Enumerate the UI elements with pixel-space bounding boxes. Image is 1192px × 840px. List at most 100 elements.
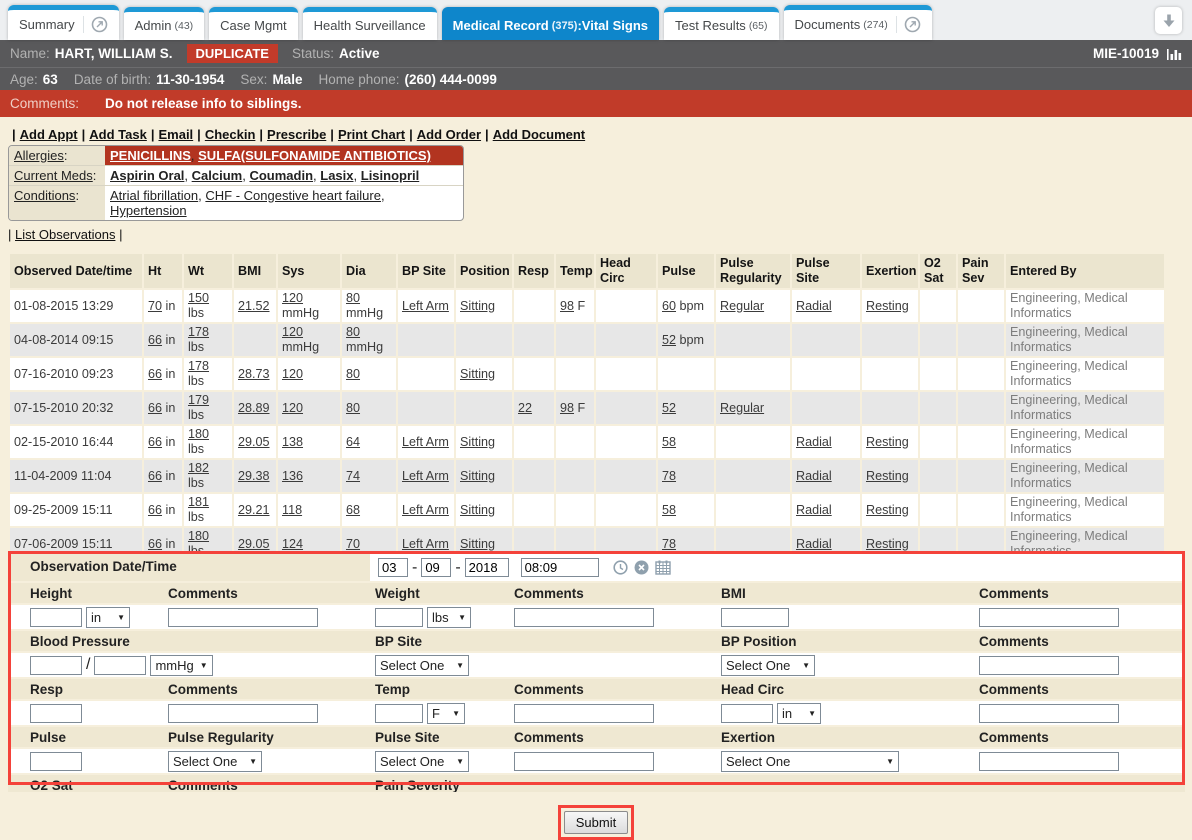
observation-value-link[interactable]: Sitting bbox=[460, 537, 495, 551]
observation-value-link[interactable]: Resting bbox=[866, 537, 909, 551]
list-observations-link[interactable]: List Observations bbox=[15, 227, 115, 242]
bmi-input[interactable] bbox=[721, 608, 789, 627]
pulse-regularity-select[interactable]: Select One▼ bbox=[168, 751, 262, 772]
checkin-link[interactable]: Checkin bbox=[205, 127, 256, 142]
observation-value-link[interactable]: Left Arm bbox=[402, 503, 449, 517]
observation-value-link[interactable]: 66 bbox=[148, 367, 162, 381]
observation-value-link[interactable]: 66 bbox=[148, 435, 162, 449]
obs-year-input[interactable] bbox=[465, 558, 509, 577]
observation-value-link[interactable]: 70 bbox=[148, 299, 162, 313]
observation-value-link[interactable]: 29.38 bbox=[238, 469, 270, 483]
observation-value-link[interactable]: 21.52 bbox=[238, 299, 270, 313]
observation-value-link[interactable]: 181 bbox=[188, 495, 209, 509]
resp-comments-input[interactable] bbox=[168, 704, 318, 723]
observation-value-link[interactable]: 58 bbox=[662, 503, 676, 517]
head-circ-comments-input[interactable] bbox=[979, 704, 1119, 723]
observation-value-link[interactable]: 180 bbox=[188, 529, 209, 543]
observation-value-link[interactable]: 120 bbox=[282, 367, 303, 381]
email-link[interactable]: Email bbox=[158, 127, 193, 142]
observation-value-link[interactable]: 178 bbox=[188, 359, 209, 373]
external-link-icon[interactable] bbox=[896, 16, 921, 33]
bar-chart-icon[interactable] bbox=[1166, 47, 1182, 61]
resp-input[interactable] bbox=[30, 704, 82, 723]
observation-value-link[interactable]: Radial bbox=[796, 435, 832, 449]
observation-value-link[interactable]: 66 bbox=[148, 537, 162, 551]
temp-input[interactable] bbox=[375, 704, 423, 723]
observation-value-link[interactable]: 28.89 bbox=[238, 401, 270, 415]
tab-medical-record[interactable]: Medical Record (375) :Vital Signs bbox=[442, 7, 659, 40]
height-unit-select[interactable]: in▼ bbox=[86, 607, 130, 628]
bp-position-select[interactable]: Select One▼ bbox=[721, 655, 815, 676]
observation-value-link[interactable]: Left Arm bbox=[402, 299, 449, 313]
observation-value-link[interactable]: Sitting bbox=[460, 299, 495, 313]
tab-admin[interactable]: Admin (43) bbox=[124, 7, 205, 40]
observation-value-link[interactable]: 136 bbox=[282, 469, 303, 483]
add-document-link[interactable]: Add Document bbox=[493, 127, 585, 142]
observation-value-link[interactable]: 29.21 bbox=[238, 503, 270, 517]
observation-value-link[interactable]: 52 bbox=[662, 401, 676, 415]
height-comments-input[interactable] bbox=[168, 608, 318, 627]
download-button[interactable] bbox=[1155, 7, 1182, 34]
observation-value-link[interactable]: 22 bbox=[518, 401, 532, 415]
medication-link[interactable]: Coumadin bbox=[249, 168, 313, 183]
observation-value-link[interactable]: 150 bbox=[188, 291, 209, 305]
pulse-input[interactable] bbox=[30, 752, 82, 771]
observation-value-link[interactable]: 80 bbox=[346, 401, 360, 415]
observation-value-link[interactable]: Resting bbox=[866, 299, 909, 313]
allergies-link[interactable]: Allergies bbox=[14, 148, 64, 163]
print-chart-link[interactable]: Print Chart bbox=[338, 127, 405, 142]
observation-value-link[interactable]: Sitting bbox=[460, 469, 495, 483]
observation-value-link[interactable]: 80 bbox=[346, 325, 360, 339]
observation-value-link[interactable]: 98 bbox=[560, 401, 574, 415]
observation-value-link[interactable]: 28.73 bbox=[238, 367, 270, 381]
observation-value-link[interactable]: 66 bbox=[148, 469, 162, 483]
submit-button[interactable]: Submit bbox=[564, 811, 628, 834]
temp-comments-input[interactable] bbox=[514, 704, 654, 723]
exertion-comments-input[interactable] bbox=[979, 752, 1119, 771]
medication-link[interactable]: Lasix bbox=[320, 168, 353, 183]
allergy-link[interactable]: SULFA(SULFONAMIDE ANTIBIOTICS) bbox=[198, 148, 431, 163]
tab-case-mgmt[interactable]: Case Mgmt bbox=[209, 7, 297, 40]
observation-value-link[interactable]: 66 bbox=[148, 401, 162, 415]
conditions-link[interactable]: Conditions bbox=[14, 188, 75, 203]
observation-value-link[interactable]: 66 bbox=[148, 333, 162, 347]
obs-month-input[interactable] bbox=[378, 558, 408, 577]
bp-site-select[interactable]: Select One▼ bbox=[375, 655, 469, 676]
clock-icon[interactable] bbox=[613, 560, 628, 575]
observation-value-link[interactable]: Regular bbox=[720, 299, 764, 313]
observation-value-link[interactable]: 52 bbox=[662, 333, 676, 347]
weight-unit-select[interactable]: lbs▼ bbox=[427, 607, 471, 628]
external-link-icon[interactable] bbox=[83, 16, 108, 33]
tab-test-results[interactable]: Test Results (65) bbox=[664, 7, 779, 40]
observation-value-link[interactable]: Resting bbox=[866, 469, 909, 483]
observation-value-link[interactable]: Left Arm bbox=[402, 537, 449, 551]
observation-value-link[interactable]: Sitting bbox=[460, 435, 495, 449]
bp-diastolic-input[interactable] bbox=[94, 656, 146, 675]
observation-value-link[interactable]: Radial bbox=[796, 469, 832, 483]
observation-value-link[interactable]: 120 bbox=[282, 401, 303, 415]
observation-value-link[interactable]: Resting bbox=[866, 435, 909, 449]
observation-value-link[interactable]: Sitting bbox=[460, 503, 495, 517]
observation-value-link[interactable]: 180 bbox=[188, 427, 209, 441]
observation-value-link[interactable]: 120 bbox=[282, 325, 303, 339]
observation-value-link[interactable]: 120 bbox=[282, 291, 303, 305]
observation-value-link[interactable]: 78 bbox=[662, 469, 676, 483]
tab-summary[interactable]: Summary bbox=[8, 5, 119, 40]
weight-comments-input[interactable] bbox=[514, 608, 654, 627]
tab-documents[interactable]: Documents (274) bbox=[784, 5, 932, 40]
add-task-link[interactable]: Add Task bbox=[89, 127, 147, 142]
current-meds-link[interactable]: Current Meds bbox=[14, 168, 93, 183]
observation-value-link[interactable]: 80 bbox=[346, 291, 360, 305]
condition-link[interactable]: CHF - Congestive heart failure bbox=[205, 188, 381, 203]
observation-value-link[interactable]: Left Arm bbox=[402, 469, 449, 483]
observation-value-link[interactable]: 58 bbox=[662, 435, 676, 449]
condition-link[interactable]: Atrial fibrillation bbox=[110, 188, 198, 203]
observation-value-link[interactable]: Left Arm bbox=[402, 435, 449, 449]
height-input[interactable] bbox=[30, 608, 82, 627]
observation-value-link[interactable]: Radial bbox=[796, 503, 832, 517]
observation-value-link[interactable]: 179 bbox=[188, 393, 209, 407]
observation-value-link[interactable]: 178 bbox=[188, 325, 209, 339]
exertion-select[interactable]: Select One▼ bbox=[721, 751, 899, 772]
add-order-link[interactable]: Add Order bbox=[417, 127, 481, 142]
observation-value-link[interactable]: 138 bbox=[282, 435, 303, 449]
